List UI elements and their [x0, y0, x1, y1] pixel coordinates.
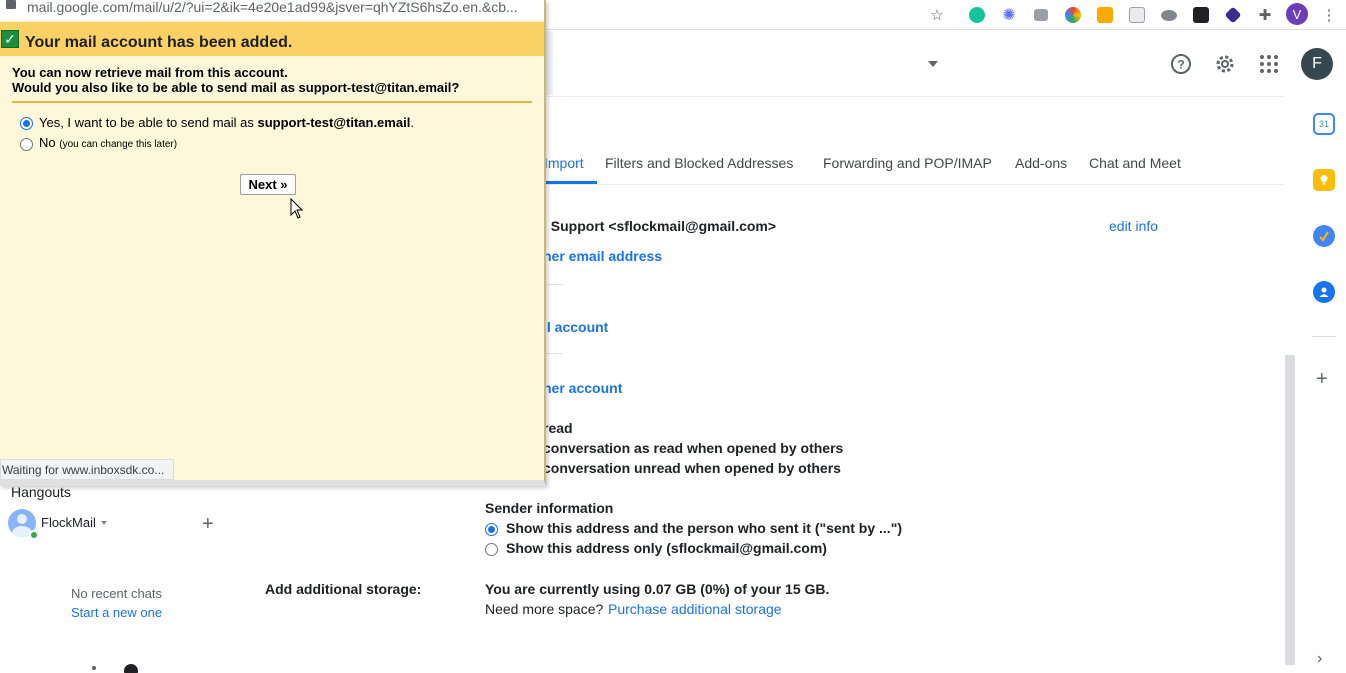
tabs-divider	[543, 184, 1285, 185]
add-mail-account-popup: mail.google.com/mail/u/2/?ui=2&ik=4e20e1…	[0, 0, 546, 486]
bookmark-star-icon[interactable]: ☆	[926, 4, 948, 26]
send-as-no-text: No	[39, 135, 56, 150]
popup-url: mail.google.com/mail/u/2/?ui=2&ik=4e20e1…	[27, 0, 518, 15]
get-addons-plus-icon[interactable]: +	[1316, 368, 1328, 391]
send-as-no-note: (you can change this later)	[59, 139, 178, 150]
hangouts-user-name[interactable]: FlockMail	[41, 515, 96, 530]
phone-tab-icon[interactable]	[124, 664, 138, 673]
snowflake-extension-icon[interactable]: ✺	[998, 4, 1020, 26]
yellow-extension-icon[interactable]	[1094, 4, 1116, 26]
tab-filters[interactable]: Filters and Blocked Addresses	[605, 155, 793, 171]
mark-read-option-2[interactable]: conversation unread when opened by other…	[543, 460, 841, 476]
edit-info-link[interactable]: edit info	[1109, 218, 1158, 234]
popup-url-bar: mail.google.com/mail/u/2/?ui=2&ik=4e20e1…	[0, 0, 544, 20]
send-as-yes-radio[interactable]	[20, 117, 33, 130]
hangouts-title: Hangouts	[11, 484, 71, 500]
loading-status: Waiting for www.inboxsdk.co...	[0, 459, 174, 480]
sender-info-radio-1[interactable]	[485, 523, 498, 536]
add-email-address-link[interactable]: her email address	[543, 248, 662, 264]
row-divider	[543, 353, 563, 354]
dark-extension-icon[interactable]	[1190, 4, 1212, 26]
search-options-chevron-down-icon[interactable]	[928, 61, 938, 67]
send-as-yes-label[interactable]: Yes, I want to be able to send mail as s…	[39, 115, 414, 130]
tab-import[interactable]: Import	[544, 155, 584, 171]
tab-forwarding[interactable]: Forwarding and POP/IMAP	[823, 155, 992, 171]
row-divider	[543, 284, 563, 285]
send-as-entry: l Support <sflockmail@gmail.com>	[543, 218, 777, 234]
chevron-down-icon[interactable]	[101, 521, 107, 525]
image-extension-icon[interactable]	[1126, 4, 1148, 26]
send-as-no-label[interactable]: No (you can change this later)	[39, 135, 177, 150]
mouse-cursor-icon	[290, 198, 304, 219]
sender-info-option-2[interactable]: Show this address only (sflockmail@gmail…	[506, 540, 827, 556]
scrollbar[interactable]	[1285, 355, 1295, 665]
side-panel-divider	[1312, 336, 1336, 337]
chrome-profile-avatar[interactable]: V	[1286, 3, 1308, 25]
keep-icon[interactable]	[1313, 169, 1335, 191]
popup-line-1: You can now retrieve mail from this acco…	[12, 65, 288, 80]
gear-icon[interactable]	[1211, 50, 1239, 78]
check-mail-account-link[interactable]: il account	[543, 319, 608, 335]
add-account-link[interactable]: her account	[543, 380, 622, 396]
next-button[interactable]: Next »	[240, 174, 296, 195]
storage-usage: You are currently using 0.07 GB (0%) of …	[485, 581, 830, 597]
tasks-icon[interactable]	[1313, 225, 1335, 247]
contacts-icon[interactable]	[1313, 281, 1335, 303]
popup-title: Your mail account has been added.	[25, 34, 293, 51]
color-wheel-extension-icon[interactable]	[1062, 4, 1084, 26]
storage-more-text: Need more space?	[485, 601, 604, 617]
mark-read-option-1[interactable]: conversation as read when opened by othe…	[543, 440, 843, 456]
search-bar-edge	[545, 31, 553, 95]
send-as-yes-email: support-test@titan.email	[257, 115, 411, 130]
puzzle-extensions-icon[interactable]: ✚	[1254, 4, 1276, 26]
diamond-extension-icon[interactable]	[1222, 4, 1244, 26]
chevron-right-icon[interactable]: ›	[1317, 650, 1322, 668]
grammarly-extension-icon[interactable]	[966, 4, 988, 26]
header-divider	[545, 96, 1285, 97]
send-as-yes-text: Yes, I want to be able to send mail as	[39, 115, 258, 130]
sender-info-option-1[interactable]: Show this address and the person who sen…	[506, 520, 902, 536]
apps-grid-icon[interactable]	[1255, 50, 1283, 78]
storage-label: Add additional storage:	[265, 581, 422, 597]
lock-icon	[6, 0, 16, 9]
send-as-yes-suffix: .	[410, 115, 414, 130]
tab-chat-meet[interactable]: Chat and Meet	[1089, 155, 1181, 171]
online-status-icon	[29, 530, 39, 540]
help-icon[interactable]: ?	[1167, 50, 1195, 78]
camera-extension-icon[interactable]	[1030, 4, 1052, 26]
popup-line-2: Would you also like to be able to send m…	[12, 80, 460, 95]
calendar-icon[interactable]: 31	[1313, 113, 1335, 135]
sender-info-title: Sender information	[485, 500, 614, 516]
checkmark-icon: ✓	[1, 30, 19, 48]
start-new-chat-link[interactable]: Start a new one	[71, 605, 162, 620]
mark-read-title: read	[543, 420, 573, 436]
new-chat-plus-icon[interactable]: +	[202, 513, 214, 536]
no-recent-chats: No recent chats	[71, 586, 163, 601]
screen: ☆ ✺ ✚ V ⋮ ? F Import Filters and Blocked…	[0, 0, 1346, 673]
purchase-storage-link[interactable]: Purchase additional storage	[608, 601, 782, 617]
popup-separator	[12, 101, 532, 103]
svg-text:?: ?	[1177, 58, 1184, 72]
account-avatar[interactable]: F	[1301, 48, 1333, 80]
cloud-extension-icon[interactable]	[1158, 4, 1180, 26]
tab-addons[interactable]: Add-ons	[1015, 155, 1067, 171]
sender-info-radio-2[interactable]	[485, 543, 498, 556]
contacts-tab-icon[interactable]	[92, 666, 96, 670]
send-as-no-radio[interactable]	[20, 138, 33, 151]
chrome-menu-icon[interactable]: ⋮	[1318, 4, 1340, 26]
